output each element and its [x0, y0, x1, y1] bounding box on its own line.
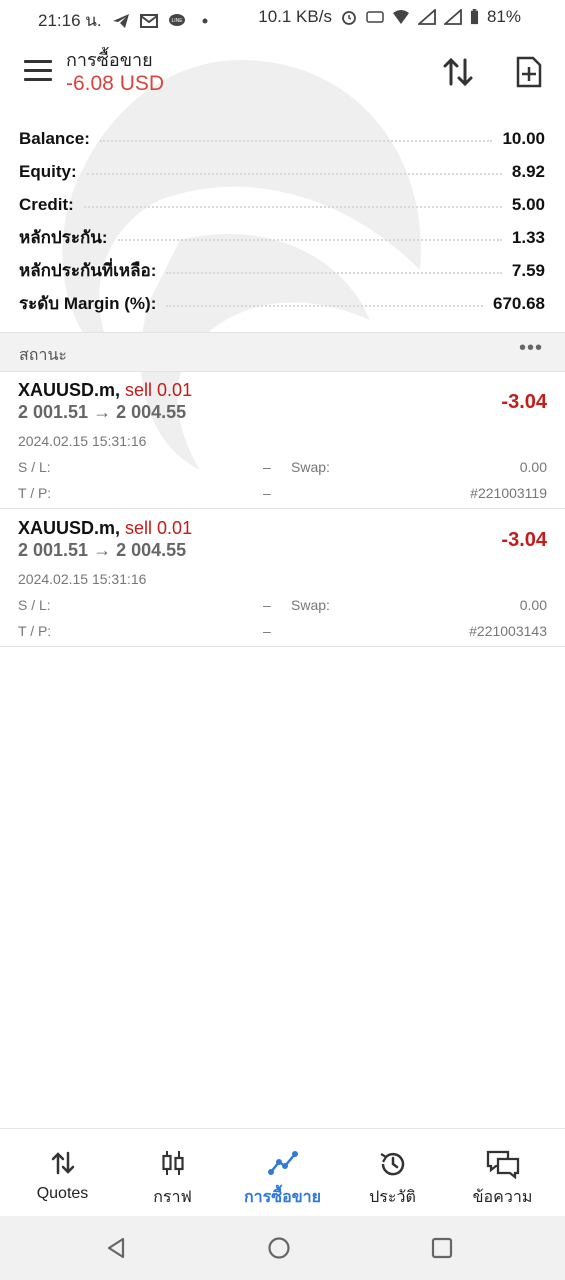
- free-margin-row: หลักประกันที่เหลือ: 7.59: [0, 254, 565, 287]
- summary-value: 7.59: [511, 260, 545, 280]
- dotted-leader: [166, 271, 502, 274]
- sort-icon[interactable]: [440, 54, 476, 90]
- nav-trade[interactable]: การซื้อขาย: [226, 1129, 339, 1217]
- summary-value: 10.00: [502, 128, 545, 148]
- dotted-leader: [166, 304, 483, 307]
- position-symbol: XAUUSD.m,: [18, 380, 121, 400]
- line-icon: LINE: [168, 13, 185, 26]
- nav-label: Quotes: [36, 1185, 89, 1202]
- messages-icon: [486, 1150, 519, 1179]
- summary-value: 1.33: [511, 227, 545, 247]
- nav-label: กราฟ: [153, 1189, 192, 1206]
- ticket-number: #221003143: [469, 623, 547, 639]
- position-row[interactable]: XAUUSD.m, sell 0.01 2 001.51 → 2 004.55 …: [0, 509, 565, 647]
- bottom-navigation: Quotes กราฟ การซื้อขาย ประวัติ ข้อความ: [0, 1128, 565, 1217]
- position-symbol-line: XAUUSD.m, sell 0.01: [18, 380, 192, 401]
- margin-level-row: ระดับ Margin (%): 670.68: [0, 287, 565, 320]
- wifi-icon: [392, 10, 409, 24]
- balance-row: Balance: 10.00: [0, 122, 565, 155]
- history-icon: [379, 1152, 404, 1176]
- sl-value: –: [263, 459, 271, 475]
- auto-icon: [366, 11, 384, 23]
- nav-quotes[interactable]: Quotes: [6, 1129, 119, 1217]
- tp-label: T / P:: [18, 485, 52, 501]
- positions-section-header: สถานะ •••: [0, 332, 565, 372]
- candlestick-icon: [161, 1151, 184, 1175]
- status-time: 21:16 น.: [38, 11, 102, 30]
- swap-value: 0.00: [519, 459, 547, 475]
- dot-icon: [202, 18, 208, 23]
- telegram-icon: [112, 13, 129, 28]
- position-row[interactable]: XAUUSD.m, sell 0.01 2 001.51 → 2 004.55 …: [0, 371, 565, 509]
- swap-value: 0.00: [519, 597, 547, 613]
- summary-label: Credit:: [19, 194, 74, 214]
- margin-row: หลักประกัน: 1.33: [0, 221, 565, 254]
- nav-messages[interactable]: ข้อความ: [446, 1129, 559, 1217]
- more-options-button[interactable]: •••: [519, 337, 543, 360]
- position-side: sell 0.01: [125, 380, 193, 400]
- position-profit: -3.04: [501, 529, 547, 551]
- nav-chart[interactable]: กราฟ: [116, 1129, 229, 1217]
- summary-label: หลักประกันที่เหลือ:: [19, 261, 157, 280]
- section-title: สถานะ: [19, 347, 67, 364]
- system-navigation-bar: [0, 1216, 565, 1280]
- gmail-icon: [139, 13, 158, 28]
- nav-label: ประวัติ: [369, 1189, 416, 1206]
- swap-label: Swap:: [291, 597, 330, 613]
- network-speed: 10.1 KB/s: [258, 7, 332, 26]
- tp-label: T / P:: [18, 623, 52, 639]
- page-title: การซื้อขาย: [66, 50, 153, 70]
- summary-label: Balance:: [19, 128, 90, 148]
- app-header: การซื้อขาย -6.08 USD: [0, 40, 565, 108]
- position-side: sell 0.01: [125, 518, 193, 538]
- position-time: 2024.02.15 15:31:16: [18, 571, 147, 587]
- nav-label: การซื้อขาย: [243, 1189, 322, 1206]
- summary-value: 8.92: [511, 161, 545, 181]
- tp-value: –: [263, 485, 271, 501]
- equity-row: Equity: 8.92: [0, 155, 565, 188]
- dotted-leader: [83, 205, 502, 208]
- tp-value: –: [263, 623, 271, 639]
- back-icon[interactable]: [102, 1234, 130, 1262]
- sl-label: S / L:: [18, 459, 51, 475]
- status-bar: 21:16 น. LINE 10.1 KB/s 81%: [0, 0, 565, 34]
- credit-row: Credit: 5.00: [0, 188, 565, 221]
- dotted-leader: [86, 172, 502, 175]
- trade-line-icon: [267, 1151, 298, 1175]
- signal-1-icon: [417, 9, 436, 25]
- swap-label: Swap:: [291, 459, 330, 475]
- ticket-number: #221003119: [470, 485, 547, 501]
- battery-icon: [470, 9, 479, 25]
- summary-value: 670.68: [493, 293, 545, 313]
- position-symbol: XAUUSD.m,: [18, 518, 121, 538]
- alarm-icon: [342, 11, 356, 25]
- home-icon[interactable]: [265, 1234, 293, 1262]
- summary-value: 5.00: [511, 194, 545, 214]
- position-time: 2024.02.15 15:31:16: [18, 433, 147, 449]
- nav-label: ข้อความ: [472, 1189, 533, 1206]
- summary-label: หลักประกัน:: [19, 228, 108, 247]
- total-profit: -6.08 USD: [66, 72, 165, 95]
- summary-label: Equity:: [19, 161, 77, 181]
- signal-2-icon: [443, 9, 462, 25]
- new-order-icon[interactable]: [510, 54, 546, 90]
- position-profit: -3.04: [501, 391, 547, 413]
- dotted-leader: [99, 139, 493, 142]
- position-prices: 2 001.51 → 2 004.55: [18, 402, 187, 422]
- sl-label: S / L:: [18, 597, 51, 613]
- position-symbol-line: XAUUSD.m, sell 0.01: [18, 518, 192, 539]
- nav-history[interactable]: ประวัติ: [336, 1129, 449, 1217]
- quotes-arrows-icon: [51, 1151, 74, 1175]
- menu-button[interactable]: [24, 60, 52, 84]
- summary-label: ระดับ Margin (%):: [19, 294, 157, 313]
- sl-value: –: [263, 597, 271, 613]
- dotted-leader: [117, 238, 502, 241]
- account-summary: Balance: 10.00 Equity: 8.92 Credit: 5.00…: [0, 122, 565, 320]
- position-prices: 2 001.51 → 2 004.55: [18, 540, 187, 560]
- battery-percent: 81%: [486, 7, 521, 26]
- svg-text:LINE: LINE: [171, 18, 183, 24]
- recents-icon[interactable]: [428, 1234, 456, 1262]
